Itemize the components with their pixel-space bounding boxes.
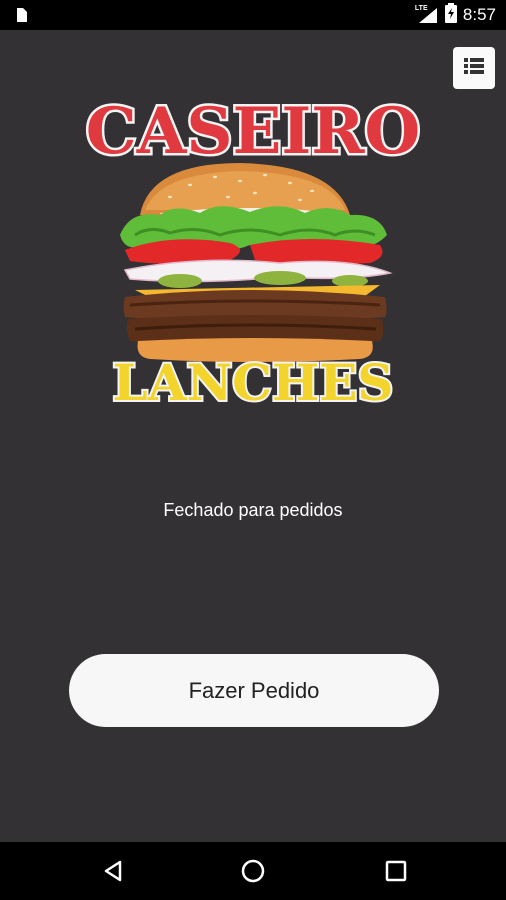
home-icon[interactable] <box>238 856 268 886</box>
place-order-button[interactable]: Fazer Pedido <box>69 654 439 727</box>
logo-title-bottom: LANCHES <box>113 353 394 412</box>
hamburger-icon <box>120 163 393 362</box>
sim-card-icon <box>13 7 29 27</box>
clock: 8:57 <box>462 5 496 24</box>
back-icon[interactable] <box>98 856 128 886</box>
signal-icon: LTE <box>414 5 439 24</box>
status-bar: LTE 8:57 <box>0 0 506 30</box>
network-label: LTE <box>414 5 428 12</box>
navigation-bar <box>0 842 506 900</box>
logo-title-top: CASEIRO <box>86 94 420 169</box>
list-icon <box>464 58 484 78</box>
recents-icon[interactable] <box>381 856 411 886</box>
menu-button[interactable] <box>453 47 495 89</box>
brand-logo: CASEIRO LANCHES <box>50 85 456 420</box>
battery-charging-icon <box>444 3 457 27</box>
store-status-text: Fechado para pedidos <box>163 500 343 520</box>
